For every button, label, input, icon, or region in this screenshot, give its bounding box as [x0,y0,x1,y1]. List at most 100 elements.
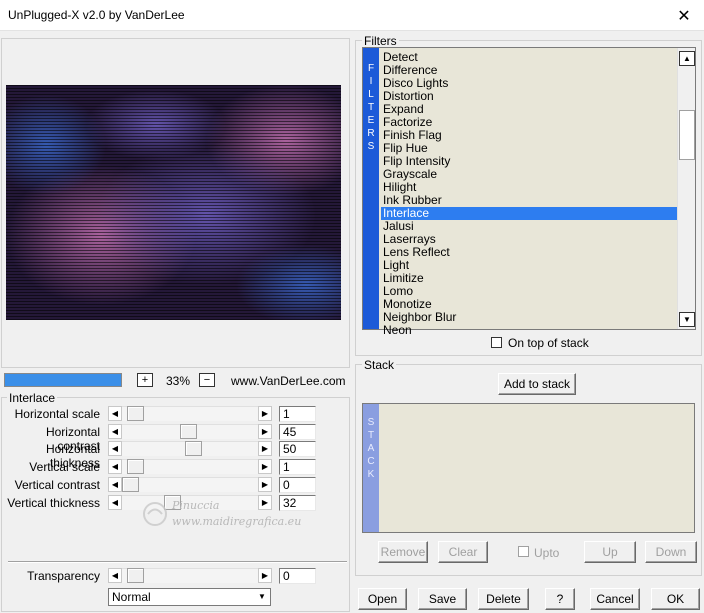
param-value[interactable]: 50 [279,441,316,457]
param-label: Horizontal scale [14,407,100,421]
strip-letter: A [367,443,375,454]
slider-thumb[interactable] [180,424,197,439]
ok-button[interactable]: OK [651,588,700,610]
slider-right-arrow-icon[interactable]: ▶ [258,459,272,474]
param-value[interactable]: 0 [279,477,316,493]
title-bar[interactable]: UnPlugged-X v2.0 by VanDerLee ✕ [0,0,704,31]
slider-right-arrow-icon[interactable]: ▶ [258,406,272,421]
strip-letter: S [367,417,375,428]
add-to-stack-button[interactable]: Add to stack [498,373,576,395]
scroll-down-arrow-icon[interactable]: ▼ [679,312,695,327]
filter-list-item[interactable]: Neighbor Blur [381,311,678,324]
slider-thumb[interactable] [127,568,144,583]
param-slider[interactable]: ◀ ▶ [108,459,272,474]
transparency-slider[interactable]: ◀ ▶ [108,568,272,583]
slider-right-arrow-icon[interactable]: ▶ [258,424,272,439]
upto-label: Upto [534,546,560,560]
slider-right-arrow-icon[interactable]: ▶ [258,441,272,456]
param-label: Vertical thickness [7,496,100,510]
upto-checkbox[interactable] [518,546,529,557]
stack-group-label: Stack [362,358,397,372]
slider-track[interactable] [122,477,258,492]
help-button[interactable]: ? [545,588,575,610]
param-slider[interactable]: ◀ ▶ [108,495,272,510]
slider-thumb[interactable] [185,441,202,456]
interlace-lines [6,85,341,320]
slider-thumb[interactable] [164,495,181,510]
divider [8,561,347,563]
strip-letter: F [367,63,375,74]
filters-scrollbar[interactable]: ▲ ▼ [677,48,695,329]
interlace-group-label: Interlace [7,391,58,405]
param-value[interactable]: 45 [279,424,316,440]
stack-strip: STACK [363,404,379,532]
slider-right-arrow-icon[interactable]: ▶ [258,477,272,492]
strip-letter: C [367,456,375,467]
filters-group-label: Filters [362,34,399,48]
delete-button[interactable]: Delete [478,588,529,610]
strip-letter: I [369,76,373,87]
filter-list-item[interactable]: Limitize [381,272,678,285]
slider-left-arrow-icon[interactable]: ◀ [108,424,122,439]
save-button[interactable]: Save [418,588,467,610]
website-link[interactable]: www.VanDerLee.com [231,374,346,388]
param-value[interactable]: 32 [279,495,316,511]
transparency-label: Transparency [27,569,100,583]
preview-image[interactable] [6,85,341,320]
param-slider[interactable]: ◀ ▶ [108,441,272,456]
remove-button[interactable]: Remove [378,541,428,563]
param-value[interactable]: 1 [279,459,316,475]
filter-list-item[interactable]: Light [381,259,678,272]
slider-right-arrow-icon[interactable]: ▶ [258,568,272,583]
param-slider[interactable]: ◀ ▶ [108,477,272,492]
on-top-label: On top of stack [508,336,589,350]
zoom-in-button[interactable]: + [137,373,153,387]
close-icon[interactable]: ✕ [664,0,704,31]
blend-mode-select[interactable]: Normal ▼ [108,588,271,606]
slider-left-arrow-icon[interactable]: ◀ [108,568,122,583]
filters-strip: FILTERS [363,48,379,329]
slider-track[interactable] [122,495,258,510]
param-slider[interactable]: ◀ ▶ [108,406,272,421]
slider-thumb[interactable] [122,477,139,492]
zoom-level: 33% [166,374,191,388]
slider-right-arrow-icon[interactable]: ▶ [258,495,272,510]
scroll-up-arrow-icon[interactable]: ▲ [679,51,695,66]
filters-list-box: FILTERS Detect Difference Disco Lights Dist… [362,47,696,337]
scroll-thumb[interactable] [679,110,695,160]
on-top-checkbox[interactable] [491,337,502,348]
transparency-value[interactable]: 0 [279,568,316,584]
slider-left-arrow-icon[interactable]: ◀ [108,477,122,492]
window-title: UnPlugged-X v2.0 by VanDerLee [8,8,185,22]
up-button[interactable]: Up [584,541,636,563]
strip-letter: T [367,430,375,441]
blend-mode-value: Normal [112,590,151,604]
progress-bar [4,373,122,387]
zoom-out-button[interactable]: − [199,373,215,387]
strip-letter: R [367,128,375,139]
filter-list-item[interactable]: Lens Reflect [381,246,678,259]
chevron-down-icon[interactable]: ▼ [255,590,269,604]
cancel-button[interactable]: Cancel [590,588,640,610]
strip-letter: L [368,89,374,100]
slider-thumb[interactable] [127,406,144,421]
param-value[interactable]: 1 [279,406,316,422]
filter-list-item[interactable]: Grayscale [381,168,678,181]
slider-left-arrow-icon[interactable]: ◀ [108,495,122,510]
dialog-window: UnPlugged-X v2.0 by VanDerLee ✕ + 33% − … [0,0,704,613]
filter-list-item[interactable]: Interlace [381,207,678,220]
strip-letter: K [367,469,375,480]
param-slider[interactable]: ◀ ▶ [108,424,272,439]
filter-list-item[interactable]: Distortion [381,90,678,103]
slider-thumb[interactable] [127,459,144,474]
slider-left-arrow-icon[interactable]: ◀ [108,459,122,474]
param-label: Vertical contrast [14,478,100,492]
down-button[interactable]: Down [645,541,697,563]
clear-button[interactable]: Clear [438,541,488,563]
open-button[interactable]: Open [358,588,407,610]
slider-left-arrow-icon[interactable]: ◀ [108,406,122,421]
slider-left-arrow-icon[interactable]: ◀ [108,441,122,456]
param-label: Vertical scale [29,460,100,474]
strip-letter: T [367,102,375,113]
stack-list-box[interactable]: STACK [362,403,695,533]
